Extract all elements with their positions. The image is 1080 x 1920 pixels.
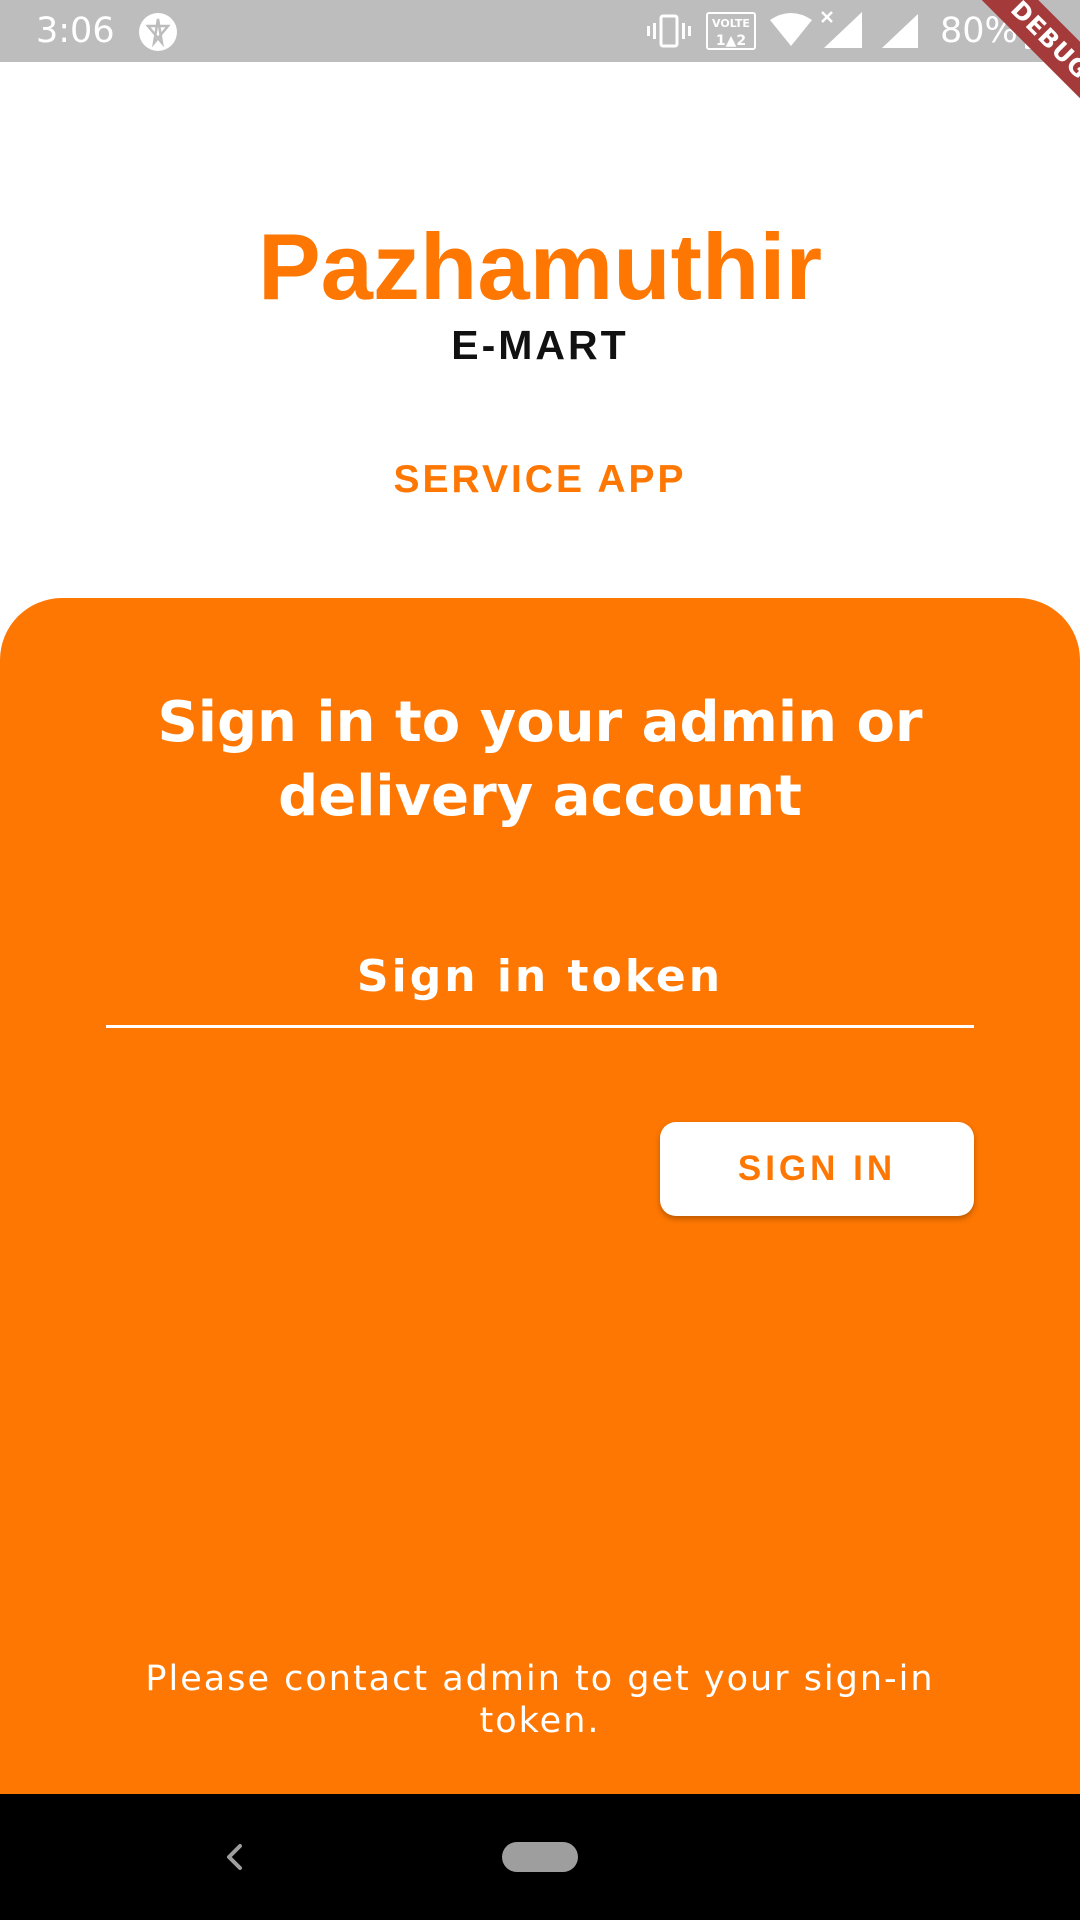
wifi-icon [770, 13, 812, 46]
card-heading: Sign in to your admin or delivery accoun… [157, 690, 923, 829]
navigation-bar [0, 1794, 1080, 1920]
service-app-label: SERVICE APP [393, 458, 687, 501]
app-notification-icon [139, 13, 177, 51]
back-icon[interactable] [216, 1832, 252, 1882]
brand-subtitle: E-MART [451, 322, 629, 368]
screen: 3:06 VOLTE 1▲2 80% DEBUG Pazhamuthir E-M… [0, 0, 1080, 1920]
status-time: 3:06 [36, 11, 115, 51]
contact-admin-note: Please contact admin to get your sign-in… [145, 1659, 935, 1741]
svg-text:1▲2: 1▲2 [716, 33, 746, 49]
vibrate-icon [647, 14, 691, 48]
volte-icon: VOLTE 1▲2 [706, 12, 756, 50]
status-bar: 3:06 VOLTE 1▲2 80% [0, 0, 1080, 62]
sign-in-token-input[interactable] [106, 928, 974, 1028]
login-card: Sign in to your admin or delivery accoun… [0, 598, 1080, 1794]
sign-in-button[interactable]: SIGN IN [660, 1122, 974, 1216]
signal-no-data-icon [821, 11, 862, 48]
home-pill-icon[interactable] [502, 1842, 578, 1872]
svg-text:VOLTE: VOLTE [712, 17, 750, 30]
brand-title: Pazhamuthir [257, 214, 823, 319]
signal-icon [882, 14, 918, 48]
